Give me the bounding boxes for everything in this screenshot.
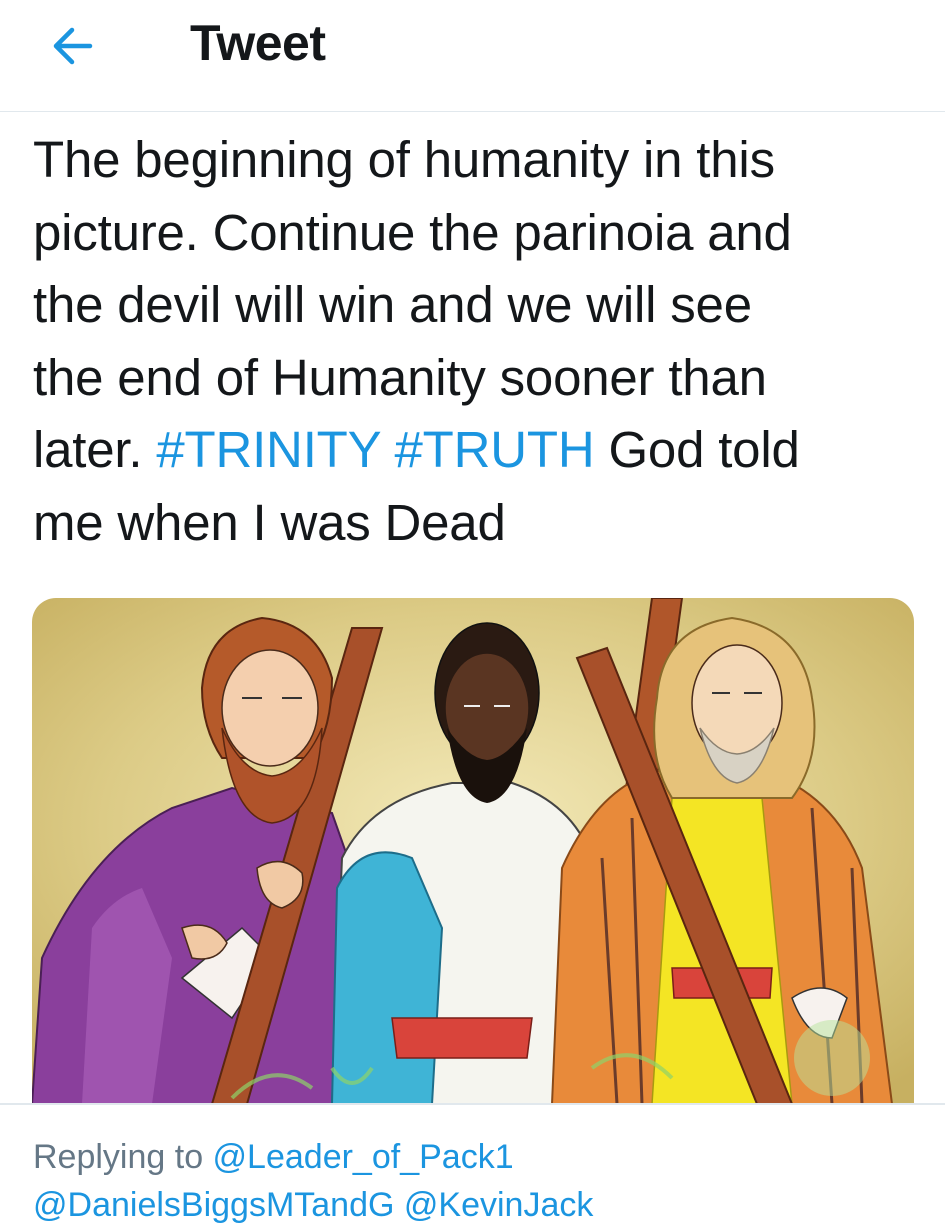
replying-to: Replying to @Leader_of_Pack1: [33, 1138, 514, 1177]
tweet-text-segment: later.: [33, 421, 157, 479]
replying-to-label: Replying to: [33, 1138, 213, 1176]
tweet-text-line: picture. Continue the parinoia and: [33, 203, 792, 261]
image-icon: [32, 598, 914, 1104]
hashtag-link-truth[interactable]: #TRUTH: [395, 421, 595, 478]
mention-link[interactable]: @Leader_of_Pack1: [213, 1138, 514, 1176]
tweet-text-line: the devil will win and we will see: [33, 276, 752, 334]
tweet-media-image[interactable]: [32, 598, 914, 1104]
tweet-text-line: the end of Humanity sooner than: [33, 348, 767, 406]
arrow-left-icon: [53, 27, 93, 65]
tweet-text: The beginning of humanity in this pictur…: [33, 124, 913, 560]
page-title: Tweet: [190, 15, 326, 71]
tweet-text-line: later. #TRINITY #TRUTH God told: [33, 414, 913, 487]
tweet-text-line: me when I was Dead: [33, 493, 506, 551]
tweet-text-segment: God told: [594, 421, 800, 479]
replying-to-more[interactable]: @DanielsBiggsMTandG @KevinJack: [33, 1186, 593, 1225]
tweet-text-line: The beginning of humanity in this: [33, 131, 775, 188]
section-divider: [0, 1103, 945, 1105]
top-bar: Tweet: [0, 0, 945, 112]
hashtag-link-trinity[interactable]: #TRINITY: [156, 421, 380, 478]
back-button[interactable]: [40, 18, 106, 74]
